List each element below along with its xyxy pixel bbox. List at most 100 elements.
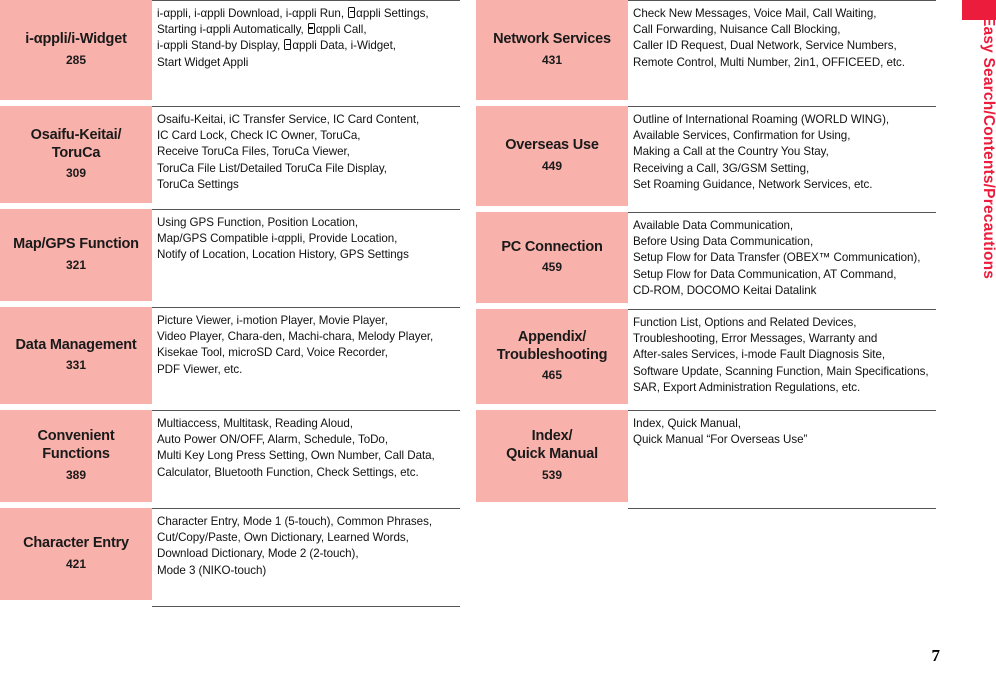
description-line: ToruCa File List/Detailed ToruCa File Di… — [157, 161, 387, 175]
category-cell[interactable]: Appendix/Troubleshooting 465 — [476, 309, 628, 404]
table-row[interactable]: Network Services 431 Check New Messages, V… — [476, 0, 936, 100]
description-line: Troubleshooting, Error Messages, Warrant… — [633, 332, 878, 346]
description-line: Starting i-αppli Automatically, αppli Ca… — [157, 23, 367, 37]
table-row[interactable]: Map/GPS Function 321 Using GPS Function, P… — [0, 209, 460, 301]
side-tab: Easy Search/Contents/Precautions — [955, 0, 996, 674]
description-line: Call Forwarding, Nuisance Call Blocking, — [633, 23, 841, 37]
description-cell: Check New Messages, Voice Mail, Call Wai… — [628, 0, 936, 100]
page-number: 7 — [931, 646, 941, 665]
description-cell: Index, Quick Manual, Quick Manual “For Ov… — [628, 410, 936, 502]
category-cell[interactable]: Overseas Use 449 — [476, 106, 628, 206]
category-title: Network Services — [493, 31, 611, 48]
description-line: Mode 3 (NIKO-touch) — [157, 563, 267, 577]
description-line: Receive ToruCa Files, ToruCa Viewer, — [157, 145, 350, 159]
description-line: Start Widget Appli — [157, 55, 249, 69]
description-line: Video Player, Chara-den, Machi-chara, Me… — [157, 330, 434, 344]
description-line: PDF Viewer, etc. — [157, 362, 243, 376]
iappli-mark-icon — [348, 7, 356, 18]
description-line: Cut/Copy/Paste, Own Dictionary, Learned … — [157, 531, 409, 545]
category-title: Data Management — [15, 336, 137, 353]
description-cell: Function List, Options and Related Devic… — [628, 309, 936, 404]
description-line: ToruCa Settings — [157, 177, 239, 191]
description-line: Setup Flow for Data Communication, AT Co… — [633, 267, 897, 281]
description-line: Kisekae Tool, microSD Card, Voice Record… — [157, 346, 388, 360]
category-cell[interactable]: Data Management 331 — [0, 307, 152, 404]
category-cell[interactable]: Index/Quick Manual 539 — [476, 410, 628, 502]
category-cell[interactable]: Network Services 431 — [476, 0, 628, 100]
table-row[interactable]: Osaifu-Keitai/ToruCa 309 Osaifu-Keitai, iC… — [0, 106, 460, 203]
description-line: Character Entry, Mode 1 (5-touch), Commo… — [157, 515, 432, 528]
description-line: i-αppli Stand-by Display, αppli Data, i-… — [157, 39, 396, 53]
description-line: CD-ROM, DOCOMO Keitai Datalink — [633, 283, 817, 297]
category-cell[interactable]: Convenient Functions 389 — [0, 410, 152, 502]
description-line: Check New Messages, Voice Mail, Call Wai… — [633, 7, 877, 20]
category-page-number: 465 — [541, 368, 563, 383]
description-line: Caller ID Request, Dual Network, Service… — [633, 39, 897, 53]
description-cell: Outline of International Roaming (WORLD … — [628, 106, 936, 206]
category-title: Convenient Functions — [37, 428, 115, 462]
category-title: Index/Quick Manual — [506, 428, 598, 462]
category-cell[interactable]: PC Connection 459 — [476, 212, 628, 303]
description-cell: Multiaccess, Multitask, Reading Aloud, Au… — [152, 410, 460, 502]
category-cell[interactable]: Map/GPS Function 321 — [0, 209, 152, 301]
iappli-mark-icon — [307, 23, 315, 35]
table-row[interactable]: Data Management 331 Picture Viewer, i-moti… — [0, 307, 460, 404]
table-row[interactable]: Convenient Functions 389 Multiaccess, Multi… — [0, 410, 460, 502]
description-line: Index, Quick Manual, — [633, 417, 741, 430]
description-cell: Character Entry, Mode 1 (5-touch), Commo… — [152, 508, 460, 600]
description-line: Receiving a Call, 3G/GSM Setting, — [633, 161, 810, 175]
description-line: Download Dictionary, Mode 2 (2-touch), — [157, 547, 359, 561]
description-line: Setup Flow for Data Transfer (OBEX™ Comm… — [633, 251, 921, 265]
document-page: i-αppli/i-Widget 285 i-αppli, i-αppli Down… — [0, 0, 996, 674]
description-cell: Available Data Communication, Before Usin… — [628, 212, 936, 303]
description-cell: Osaifu-Keitai, iC Transfer Service, IC C… — [152, 106, 460, 203]
table-row[interactable]: Overseas Use 449 Outline of International … — [476, 106, 936, 206]
table-row[interactable]: Index/Quick Manual 539 Index, Quick Manual… — [476, 410, 936, 502]
category-cell[interactable]: Character Entry 421 — [0, 508, 152, 600]
table-row[interactable]: i-αppli/i-Widget 285 i-αppli, i-αppli Down… — [0, 0, 460, 100]
description-line: Remote Control, Multi Number, 2in1, OFFI… — [633, 55, 905, 69]
description-line: i-αppli, i-αppli Download, i-αppli Run, … — [157, 7, 429, 20]
category-cell[interactable]: i-αppli/i-Widget 285 — [0, 0, 152, 100]
category-cell[interactable]: Osaifu-Keitai/ToruCa 309 — [0, 106, 152, 203]
category-title: PC Connection — [501, 238, 603, 255]
category-page-number: 285 — [65, 52, 87, 67]
category-page-number: 389 — [65, 467, 87, 482]
description-line: Calculator, Bluetooth Function, Check Se… — [157, 465, 419, 479]
description-line: Making a Call at the Country You Stay, — [633, 145, 829, 159]
category-title: Map/GPS Function — [13, 236, 139, 253]
contents-column-left: i-αppli/i-Widget 285 i-αppli, i-αppli Down… — [0, 0, 460, 607]
category-page-number: 321 — [65, 257, 87, 272]
description-cell: Picture Viewer, i-motion Player, Movie P… — [152, 307, 460, 404]
description-line: Before Using Data Communication, — [633, 235, 814, 249]
description-line: Map/GPS Compatible i-αppli, Provide Loca… — [157, 232, 398, 246]
description-line: Auto Power ON/OFF, Alarm, Schedule, ToDo… — [157, 433, 388, 447]
category-title: Osaifu-Keitai/ToruCa — [30, 126, 122, 161]
description-cell: Using GPS Function, Position Location, Ma… — [152, 209, 460, 301]
category-page-number: 459 — [541, 260, 563, 275]
table-row[interactable]: Character Entry 421 Character Entry, Mode … — [0, 508, 460, 600]
description-line: Notify of Location, Location History, GP… — [157, 248, 409, 262]
description-line: Function List, Options and Related Devic… — [633, 316, 857, 329]
description-line: Osaifu-Keitai, iC Transfer Service, IC C… — [157, 113, 420, 126]
description-line: SAR, Export Administration Regulations, … — [633, 380, 861, 394]
description-line: After-sales Services, i-mode Fault Diagn… — [633, 348, 886, 362]
table-bottom-rule — [628, 508, 936, 509]
description-cell: i-αppli, i-αppli Download, i-αppli Run, … — [152, 0, 460, 100]
description-line: Available Data Communication, — [633, 219, 794, 232]
table-row[interactable]: Appendix/Troubleshooting 465 Function List… — [476, 309, 936, 404]
table-bottom-rule — [152, 606, 460, 607]
category-title: Appendix/Troubleshooting — [496, 328, 608, 363]
description-line: Using GPS Function, Position Location, — [157, 216, 359, 229]
category-title: i-αppli/i-Widget — [25, 31, 127, 48]
category-page-number: 449 — [541, 158, 563, 173]
category-title: Character Entry — [23, 535, 129, 552]
contents-column-right: Network Services 431 Check New Messages, V… — [476, 0, 936, 607]
side-tab-label: Easy Search/Contents/Precautions — [980, 16, 996, 280]
category-page-number: 421 — [65, 556, 87, 571]
category-page-number: 331 — [65, 358, 87, 373]
table-row[interactable]: PC Connection 459 Available Data Communica… — [476, 212, 936, 303]
description-line: Multi Key Long Press Setting, Own Number… — [157, 449, 435, 463]
category-page-number: 539 — [541, 467, 563, 482]
contents-table: i-αppli/i-Widget 285 i-αppli, i-αppli Down… — [0, 0, 955, 607]
